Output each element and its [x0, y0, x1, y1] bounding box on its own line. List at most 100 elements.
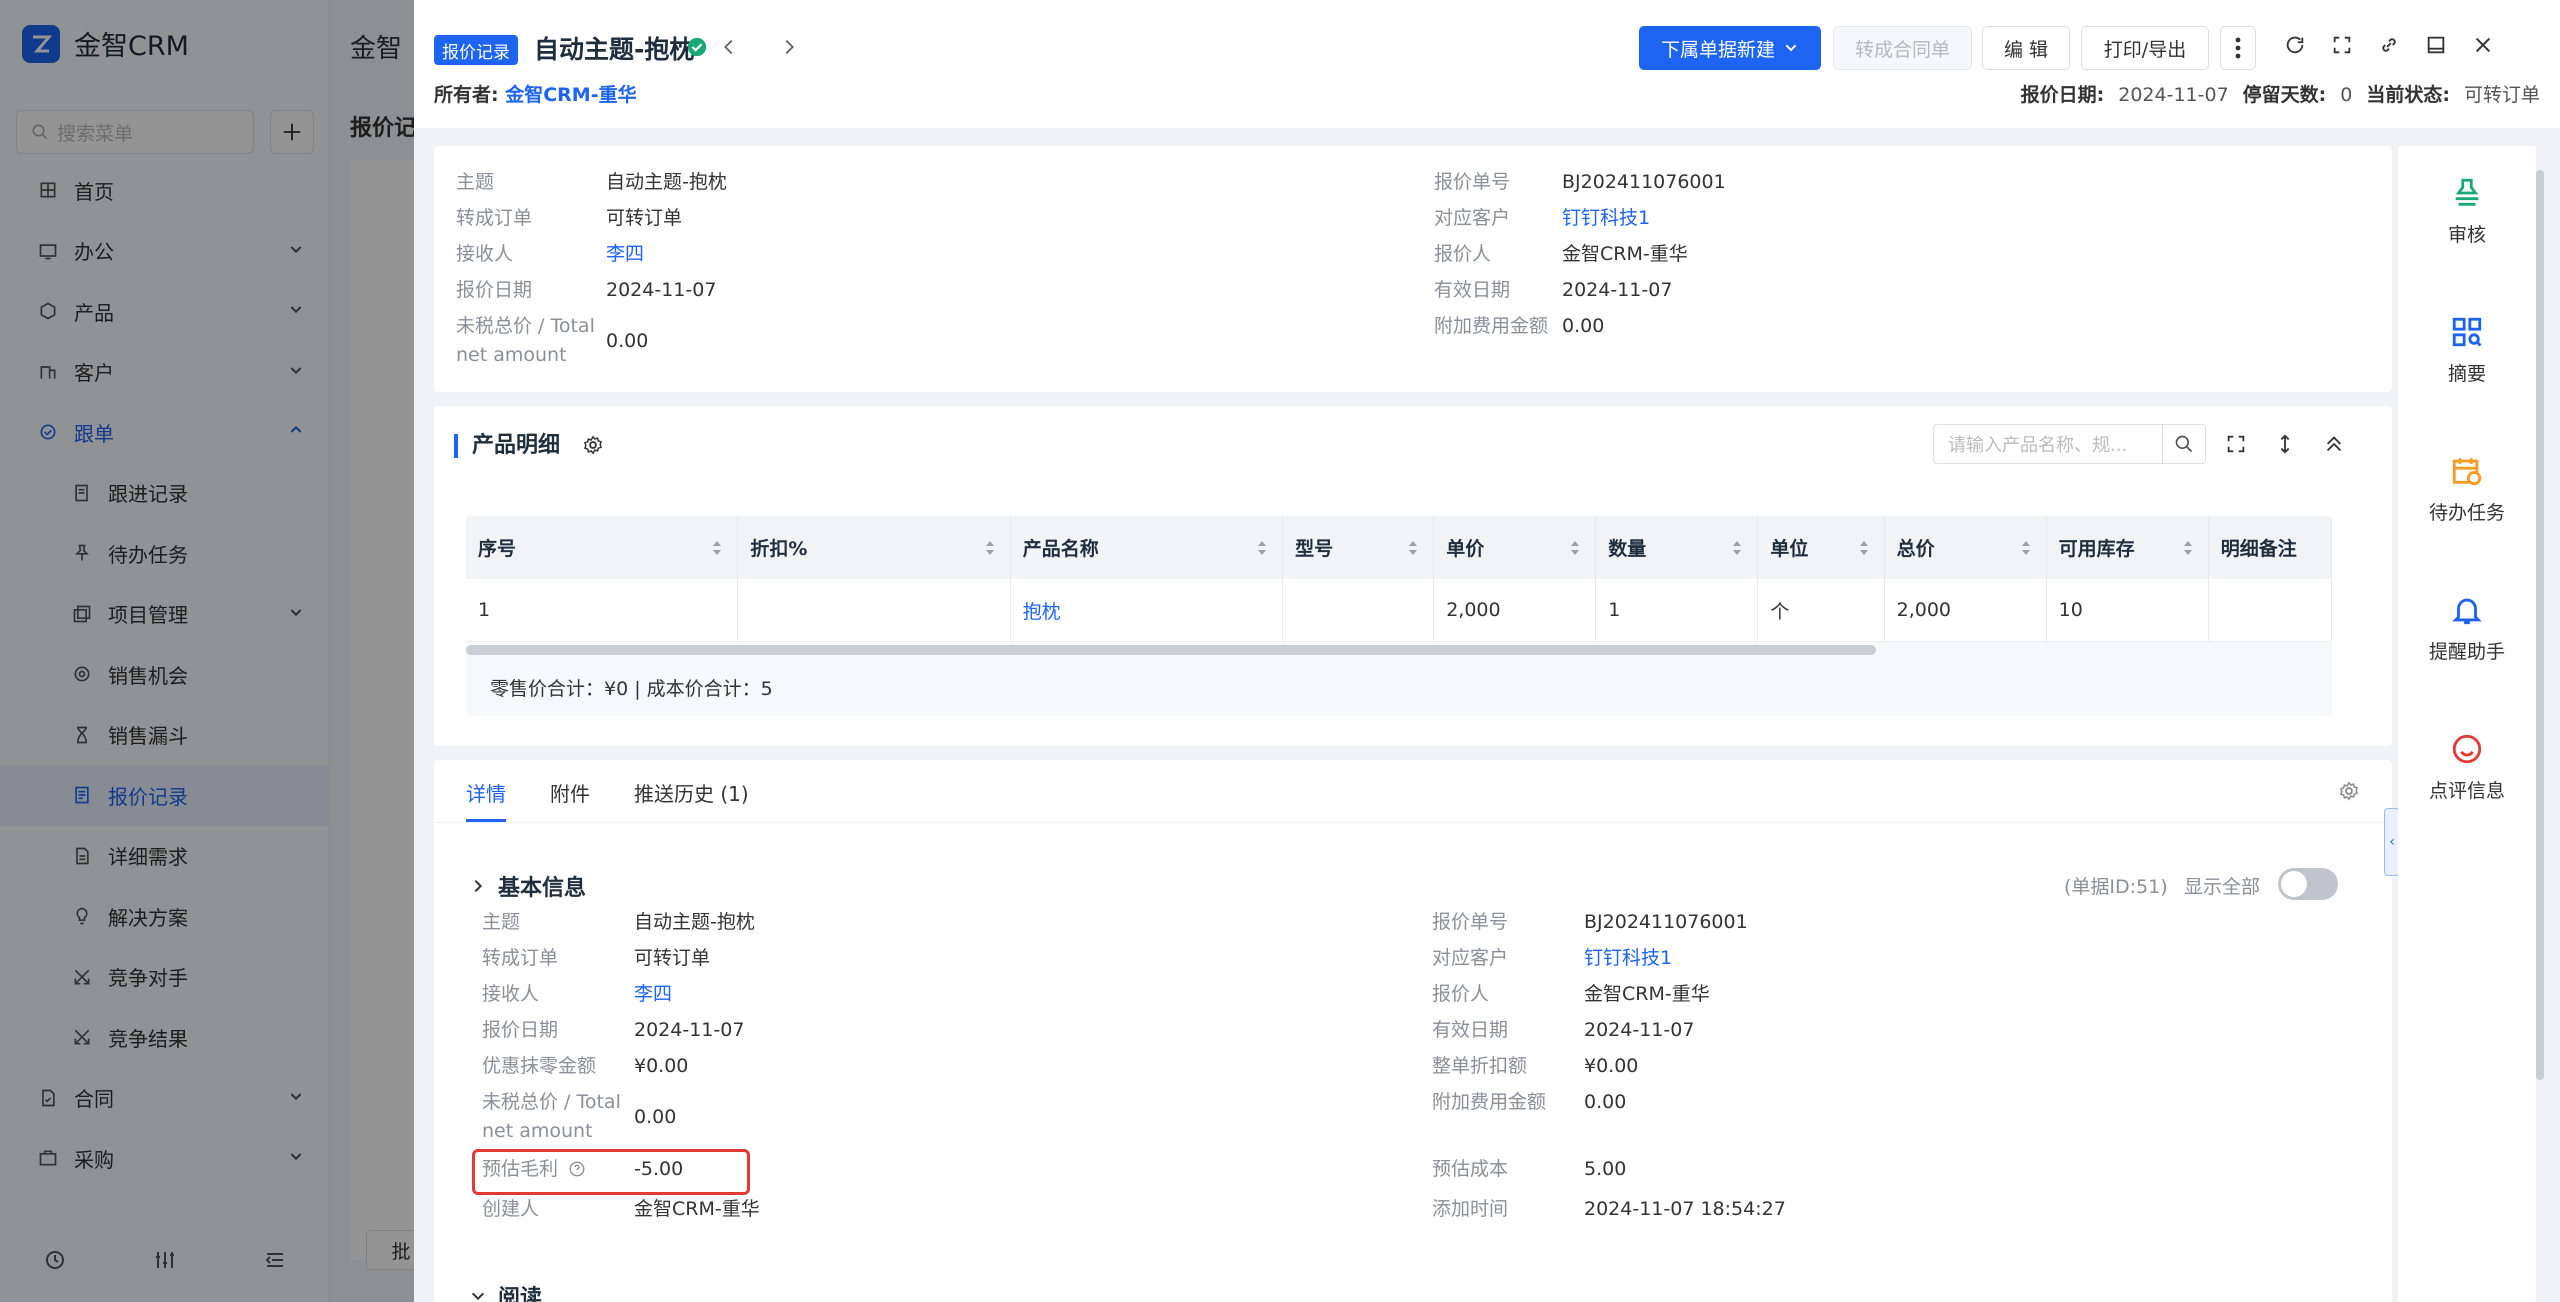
table-cell: 1	[1596, 579, 1759, 642]
row-height-icon[interactable]	[2274, 433, 2296, 455]
column-header[interactable]: 序号	[466, 516, 739, 579]
rail-item-label: 审核	[2447, 224, 2486, 246]
tab-0[interactable]: 详情	[466, 762, 506, 822]
rail-item-4[interactable]: 点评信息	[2398, 732, 2536, 803]
field-value: 0.00	[606, 330, 649, 352]
field-label: 整单折扣额	[1432, 1055, 1528, 1077]
column-header[interactable]: 单价	[1434, 516, 1597, 579]
column-header-label: 明细备注	[2220, 538, 2297, 560]
column-header-label: 可用库存	[2058, 538, 2135, 560]
product-section-title: 产品明细	[454, 434, 560, 458]
field-value: 金智CRM-重华	[634, 1198, 760, 1220]
sort-icon[interactable]	[1256, 539, 1268, 557]
field-value[interactable]: 钉钉科技1	[1562, 204, 1650, 233]
field-label: 对应客户	[1432, 947, 1509, 969]
rail-item-3[interactable]: 提醒助手	[2398, 593, 2536, 664]
field-label: 有效日期	[1432, 1019, 1509, 1041]
right-action-rail: 审核摘要待办任务提醒助手点评信息	[2398, 146, 2536, 1302]
field-value: 2024-11-07	[634, 1019, 745, 1041]
column-header[interactable]: 单位	[1758, 516, 1885, 579]
chevron-down-icon	[470, 1288, 486, 1302]
sort-icon[interactable]	[2182, 539, 2194, 557]
column-header[interactable]: 产品名称	[1010, 516, 1284, 579]
column-header[interactable]: 总价	[1884, 516, 2047, 579]
field-value: 金智CRM-重华	[1562, 243, 1688, 265]
expand-table-icon[interactable]	[2225, 433, 2247, 455]
show-all-toggle[interactable]	[2278, 868, 2338, 900]
field-label: 未税总价 / Total net amount	[482, 1091, 621, 1142]
field-label: 报价人	[1434, 243, 1492, 265]
column-header[interactable]: 可用库存	[2046, 516, 2209, 579]
to-contract-button[interactable]: 转成合同单	[1833, 26, 1972, 70]
column-header-label: 单位	[1770, 538, 1809, 560]
rail-item-label: 待办任务	[2428, 502, 2505, 524]
rail-item-1[interactable]: 摘要	[2398, 315, 2536, 386]
settings-gear-icon[interactable]	[582, 434, 604, 456]
table-cell[interactable]: 抱枕	[1010, 579, 1284, 642]
field-label: 附加费用金额	[1432, 1091, 1547, 1113]
table-horizontal-scrollbar[interactable]	[466, 645, 1876, 655]
rail-item-0[interactable]: 审核	[2398, 176, 2536, 247]
field-value[interactable]: 李四	[606, 240, 644, 269]
sort-icon[interactable]	[1407, 539, 1419, 557]
sort-icon[interactable]	[711, 539, 723, 557]
fullscreen-icon[interactable]	[2331, 34, 2353, 56]
sort-icon[interactable]	[1858, 539, 1870, 557]
summary-card: 主题 自动主题-抱枕 转成订单 可转订单 接收人 李四 报价日期 2024-11-07 未税总价…	[434, 146, 2392, 392]
table-cell	[1283, 579, 1435, 642]
field-label: 主题	[482, 911, 521, 933]
basic-info-group[interactable]: 基本信息	[470, 870, 586, 902]
field-label: 有效日期	[1434, 279, 1511, 301]
quote-date-label: 报价日期:	[2020, 84, 2105, 106]
rail-item-2[interactable]: 待办任务	[2398, 454, 2536, 525]
link-icon[interactable]	[2378, 34, 2400, 56]
drawer-vertical-scrollbar[interactable]	[2536, 170, 2544, 1080]
product-search-button[interactable]	[2162, 424, 2206, 464]
print-export-button[interactable]: 打印/导出	[2081, 26, 2209, 70]
field-value: BJ202411076001	[1584, 911, 1748, 933]
edit-button[interactable]: 编 辑	[1982, 26, 2070, 70]
tab-2[interactable]: 推送历史 (1)	[634, 762, 749, 822]
collapse-up-icon[interactable]	[2323, 433, 2345, 455]
next-group-title: 阅读	[498, 1286, 543, 1302]
column-header[interactable]: 型号	[1283, 516, 1435, 579]
field-value[interactable]: 李四	[634, 980, 672, 1009]
column-header[interactable]: 折扣%	[738, 516, 1011, 579]
more-button[interactable]	[2220, 26, 2256, 70]
detail-settings-icon[interactable]	[2338, 780, 2360, 802]
next-record-icon[interactable]	[778, 36, 800, 58]
next-group[interactable]: 阅读	[470, 1280, 542, 1302]
status-label: 当前状态:	[2366, 84, 2450, 106]
rail-item-label: 点评信息	[2428, 780, 2505, 802]
field-value: 0.00	[634, 1106, 677, 1128]
calendar-icon	[2450, 454, 2484, 488]
product-search-input[interactable]: 请输入产品名称、规...	[1933, 424, 2163, 464]
close-icon[interactable]	[2472, 34, 2494, 56]
field-value: 0.00	[1584, 1091, 1627, 1113]
sort-icon[interactable]	[1569, 539, 1581, 557]
tab-1[interactable]: 附件	[550, 762, 590, 822]
field-label: 报价单号	[1432, 911, 1509, 933]
field-value: 自动主题-抱枕	[634, 911, 755, 933]
show-all-label: 显示全部	[2184, 876, 2261, 898]
table-cell	[738, 579, 1011, 642]
field-value: 2024-11-07	[1562, 279, 1673, 301]
column-header[interactable]: 明细备注	[2208, 516, 2332, 579]
sort-icon[interactable]	[2020, 539, 2032, 557]
smile-icon	[2450, 732, 2484, 766]
column-header[interactable]: 数量	[1596, 516, 1759, 579]
field-label: 优惠抹零金额	[482, 1055, 597, 1077]
owner-link[interactable]: 金智CRM-重华	[505, 84, 636, 106]
prev-record-icon[interactable]	[718, 36, 740, 58]
sort-icon[interactable]	[984, 539, 996, 557]
chevron-left-icon: ‹	[2389, 834, 2395, 850]
field-value[interactable]: 钉钉科技1	[1584, 944, 1672, 973]
tabs-divider	[434, 822, 2392, 823]
check-circle-icon	[686, 36, 708, 58]
sort-icon[interactable]	[1731, 539, 1743, 557]
field-label: 添加时间	[1432, 1198, 1509, 1220]
dock-panel-icon[interactable]	[2425, 34, 2447, 56]
column-header-label: 总价	[1896, 538, 1935, 560]
new-sub-doc-button[interactable]: 下属单据新建	[1639, 26, 1821, 70]
refresh-icon[interactable]	[2284, 34, 2306, 56]
